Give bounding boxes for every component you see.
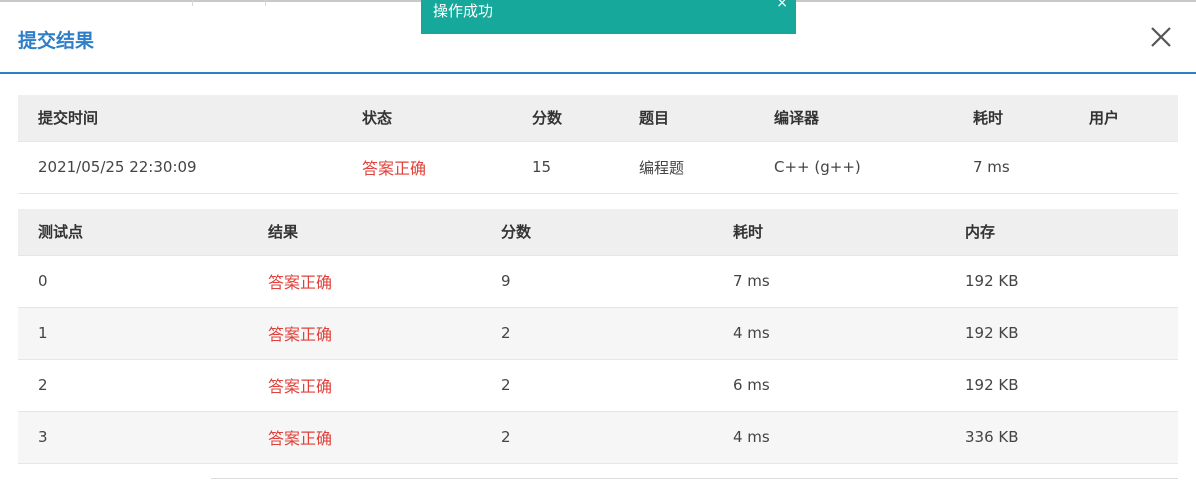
test-case-table: 测试点 结果 分数 耗时 内存 0 答案正确 9 7 ms 192 KB 1 答… (18, 209, 1178, 464)
table-row: 2 答案正确 2 6 ms 192 KB (18, 358, 1178, 411)
status-accepted: 答案正确 (342, 140, 512, 194)
header-compiler: 编译器 (754, 95, 953, 141)
test-case-id: 1 (18, 306, 248, 359)
user (1069, 140, 1178, 194)
test-case-id: 3 (18, 410, 248, 464)
test-memory: 192 KB (945, 254, 1178, 307)
test-case-id: 2 (18, 358, 248, 411)
close-button[interactable] (1148, 24, 1174, 50)
detail-header-row: 测试点 结果 分数 耗时 内存 (18, 209, 1178, 255)
score: 15 (512, 140, 619, 194)
header-duration: 耗时 (953, 95, 1069, 141)
test-time: 7 ms (713, 254, 945, 307)
header-submit-time: 提交时间 (18, 95, 342, 141)
table-row: 1 答案正确 2 4 ms 192 KB (18, 306, 1178, 359)
test-score: 9 (481, 254, 713, 307)
header-test-case: 测试点 (18, 209, 248, 255)
header-score: 分数 (512, 95, 619, 141)
test-result: 答案正确 (248, 410, 481, 464)
compiler: C++ (g++) (754, 140, 953, 194)
test-memory: 192 KB (945, 306, 1178, 359)
duration: 7 ms (953, 140, 1069, 194)
test-time: 6 ms (713, 358, 945, 411)
submit-time: 2021/05/25 22:30:09 (18, 140, 342, 194)
test-score: 2 (481, 306, 713, 359)
table-row: 3 答案正确 2 4 ms 336 KB (18, 410, 1178, 464)
summary-header-row: 提交时间 状态 分数 题目 编译器 耗时 用户 (18, 95, 1178, 141)
test-memory: 192 KB (945, 358, 1178, 411)
table-row: 0 答案正确 9 7 ms 192 KB (18, 254, 1178, 307)
close-icon (1151, 27, 1171, 47)
test-score: 2 (481, 358, 713, 411)
summary-row: 2021/05/25 22:30:09 答案正确 15 编程题 C++ (g++… (18, 140, 1178, 194)
test-case-id: 0 (18, 254, 248, 307)
test-result: 答案正确 (248, 306, 481, 359)
problem-type: 编程题 (619, 140, 754, 194)
header-time: 耗时 (713, 209, 945, 255)
test-memory: 336 KB (945, 410, 1178, 464)
toast-message: 操作成功 (433, 2, 494, 20)
header-result: 结果 (248, 209, 481, 255)
success-toast: 操作成功 × (421, 0, 796, 34)
divider (211, 478, 1178, 479)
header-user: 用户 (1069, 95, 1178, 141)
header-status: 状态 (342, 95, 512, 141)
test-result: 答案正确 (248, 254, 481, 307)
header-problem: 题目 (619, 95, 754, 141)
header-memory: 内存 (945, 209, 1178, 255)
test-score: 2 (481, 410, 713, 464)
toast-close-icon[interactable]: × (776, 0, 788, 14)
header-score: 分数 (481, 209, 713, 255)
modal-title: 提交结果 (18, 30, 95, 52)
submission-summary-table: 提交时间 状态 分数 题目 编译器 耗时 用户 2021/05/25 22:30… (18, 95, 1178, 194)
test-result: 答案正确 (248, 358, 481, 411)
test-time: 4 ms (713, 306, 945, 359)
test-time: 4 ms (713, 410, 945, 464)
